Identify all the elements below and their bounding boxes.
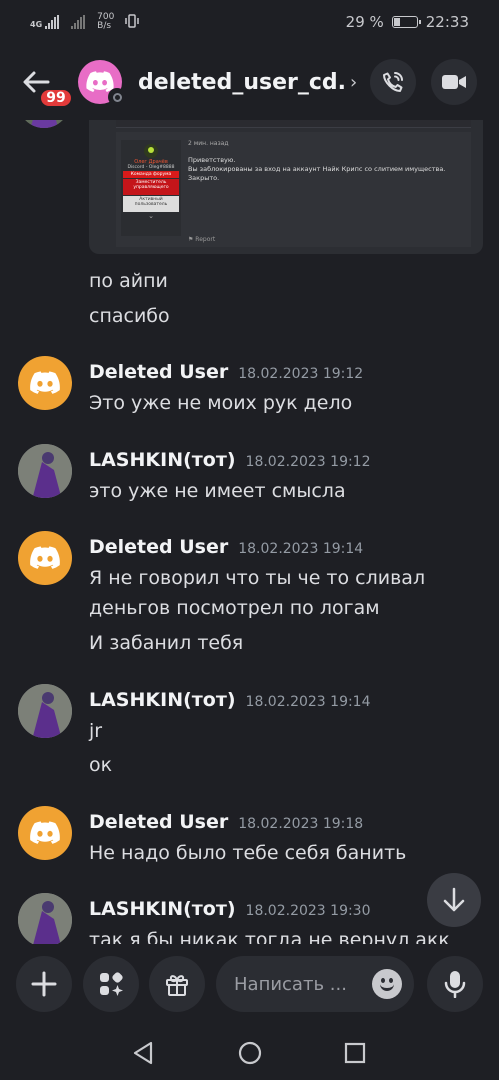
emoji-icon[interactable] <box>372 969 402 999</box>
video-camera-icon <box>442 75 466 89</box>
report-label: Report <box>195 236 216 243</box>
chat-header: 99 deleted_user_cd... › <box>0 44 499 120</box>
chevron-down-icon: ⌄ <box>148 212 154 220</box>
avatar[interactable] <box>18 531 72 585</box>
composer: Написать ... <box>0 944 499 1026</box>
timestamp: 18.02.2023 19:30 <box>245 903 371 919</box>
square-recents-icon <box>344 1042 366 1064</box>
timestamp: 18.02.2023 19:14 <box>245 694 371 710</box>
message-text: Я не говорил что ты че то сливал <box>89 567 426 589</box>
author-label: LASHKIN(тот) <box>89 689 236 711</box>
timestamp: 18.02.2023 19:12 <box>238 366 364 382</box>
avatar[interactable] <box>18 806 72 860</box>
circle-home-icon <box>238 1041 262 1065</box>
signal-icon: 4G <box>30 15 60 29</box>
post-time: 2 мин. назад <box>188 140 229 147</box>
forum-role: Активный пользователь <box>123 196 179 212</box>
apps-icon <box>100 972 123 996</box>
vibrate-icon <box>124 13 140 31</box>
nav-home-button[interactable] <box>237 1040 263 1066</box>
author-label: Deleted User <box>89 361 229 383</box>
author-name[interactable]: Deleted User 18.02.2023 19:12 <box>89 361 363 383</box>
post-report: ⚑ Report <box>188 236 216 243</box>
message-list[interactable]: Олег Драчёв Discord - Oleg#8888 Команда … <box>0 120 499 944</box>
signal-2-icon <box>71 15 86 29</box>
status-right: 29 % 22:33 <box>346 13 469 31</box>
nav-back-button[interactable] <box>130 1040 156 1066</box>
attached-screenshot[interactable]: Олег Драчёв Discord - Oleg#8888 Команда … <box>89 120 483 254</box>
avatar[interactable] <box>18 356 72 410</box>
forum-user-card: Олег Драчёв Discord - Oleg#8888 Команда … <box>121 140 181 236</box>
chevron-right-icon[interactable]: › <box>350 72 357 93</box>
plus-icon <box>31 971 57 997</box>
post-line: Вы заблокированы за вход на аккаунт Найк… <box>188 165 446 173</box>
message-text: спасибо <box>89 305 170 327</box>
forum-user-discord: Discord - Oleg#8888 <box>127 165 175 170</box>
data-rate-unit: B/s <box>97 21 112 31</box>
unread-badge: 99 <box>38 87 74 109</box>
voice-message-button[interactable] <box>427 956 483 1012</box>
battery-icon <box>391 16 421 28</box>
system-nav-bar <box>0 1026 499 1080</box>
message-text: деньгов посмотрел по логам <box>89 597 380 619</box>
clock: 22:33 <box>425 13 469 31</box>
channel-title[interactable]: deleted_user_cd... <box>138 70 344 95</box>
author-name[interactable]: LASHKIN(тот) 18.02.2023 19:14 <box>89 689 371 711</box>
author-name[interactable]: LASHKIN(тот) 18.02.2023 19:30 <box>89 898 371 920</box>
author-label: Deleted User <box>89 536 229 558</box>
microphone-icon <box>444 971 466 998</box>
author-label: LASHKIN(тот) <box>89 449 236 471</box>
author-label: LASHKIN(тот) <box>89 898 236 920</box>
arrow-down-icon <box>443 887 465 912</box>
network-type: 4G <box>30 20 43 29</box>
avatar[interactable] <box>78 60 126 106</box>
status-left: 4G 700 B/s <box>30 13 140 31</box>
author-name[interactable]: Deleted User 18.02.2023 19:18 <box>89 811 363 833</box>
add-attachment-button[interactable] <box>16 956 72 1012</box>
timestamp: 18.02.2023 19:14 <box>238 541 364 557</box>
post-line: Закрыто. <box>188 174 220 182</box>
post-line: Приветствую. <box>188 156 236 164</box>
message-text: по айпи <box>89 270 168 292</box>
forum-role: Команда форума <box>123 171 179 178</box>
nav-recents-button[interactable] <box>342 1040 368 1066</box>
triangle-back-icon <box>133 1041 153 1065</box>
discord-logo-icon <box>30 546 60 569</box>
battery-percent: 29 % <box>345 13 384 31</box>
author-name[interactable]: Deleted User 18.02.2023 19:14 <box>89 536 363 558</box>
discord-logo-icon <box>30 821 60 844</box>
avatar <box>18 120 70 128</box>
video-call-button[interactable] <box>431 59 477 105</box>
forum-avatar-icon <box>144 144 158 158</box>
message-placeholder: Написать ... <box>234 973 347 995</box>
timestamp: 18.02.2023 19:12 <box>245 454 371 470</box>
avatar[interactable] <box>18 444 72 498</box>
gift-button[interactable] <box>149 956 205 1012</box>
apps-button[interactable] <box>83 956 139 1012</box>
post-body: Приветствую. Вы заблокированы за вход на… <box>188 156 458 183</box>
message-text: ок <box>89 754 113 776</box>
message-text: Не надо было тебе себя банить <box>89 842 407 864</box>
avatar[interactable] <box>18 893 72 944</box>
voice-call-button[interactable] <box>370 59 416 105</box>
data-rate: 700 B/s <box>97 13 114 31</box>
phone-call-icon <box>383 72 403 92</box>
forum-post: Олег Драчёв Discord - Oleg#8888 Команда … <box>116 132 471 247</box>
message-text: И забанил тебя <box>89 632 244 654</box>
status-bar: 4G 700 B/s 29 % 22:33 <box>0 0 499 44</box>
timestamp: 18.02.2023 19:18 <box>238 816 364 832</box>
discord-logo-icon <box>30 371 60 394</box>
gift-icon <box>166 975 188 996</box>
forum-role: Заместитель управляющего <box>123 179 179 195</box>
jump-to-bottom-button[interactable] <box>427 873 481 927</box>
author-label: Deleted User <box>89 811 229 833</box>
message-text: jr <box>89 720 103 742</box>
message-text: Это уже не моих рук дело <box>89 392 353 414</box>
message-text: это уже не имеет смысла <box>89 480 346 502</box>
message-text: так я бы никак тогда не вернул акк <box>89 929 450 944</box>
author-name[interactable]: LASHKIN(тот) 18.02.2023 19:12 <box>89 449 371 471</box>
offline-status-icon <box>108 88 126 106</box>
avatar[interactable] <box>18 684 72 738</box>
message-input[interactable]: Написать ... <box>216 956 414 1012</box>
